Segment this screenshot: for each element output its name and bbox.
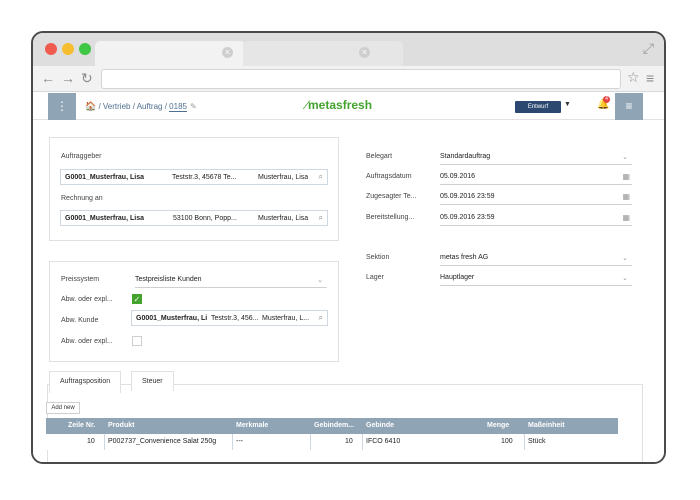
chevron-down-icon: ⌄ (622, 275, 628, 282)
chevron-down-icon[interactable]: ▼ (564, 101, 571, 108)
col-menge[interactable]: Menge (487, 422, 509, 429)
browser-menu-icon[interactable]: ≡ (646, 70, 654, 86)
bereitstellung-field[interactable]: 05.09.2016 23:59 ▦ (440, 212, 632, 226)
zugesagter-label: Zugesagter Te... (366, 193, 417, 200)
browser-tab-inactive[interactable] (243, 41, 403, 66)
col-produkt[interactable]: Produkt (108, 422, 134, 429)
abw-expl-label-2: Abw. oder expl... (61, 338, 113, 345)
zugesagter-field[interactable]: 05.09.2016 23:59 ▦ (440, 191, 632, 205)
calendar-icon: ▦ (622, 172, 630, 181)
chevron-down-icon: ⌄ (622, 255, 628, 262)
app-content: ⋮ 🏠 / Vertrieb / Auftrag / 0185 ✎ ⁄metasf… (33, 93, 664, 462)
chevron-down-icon: ⌄ (622, 154, 628, 161)
abw-expl-checkbox-2[interactable] (132, 336, 142, 346)
preissystem-label: Preissystem (61, 276, 100, 283)
col-merkmale[interactable]: Merkmale (236, 422, 268, 429)
sektion-select[interactable]: metas fresh AG ⌄ (440, 252, 632, 266)
lager-label: Lager (366, 274, 384, 281)
close-tab-icon[interactable]: × (359, 47, 370, 58)
status-button[interactable]: Entwurf (515, 101, 561, 113)
bereitstellung-label: Bereitstellung... (366, 214, 415, 221)
col-gebindemenge[interactable]: Gebindem... (314, 422, 354, 429)
sidebar-menu-button[interactable]: ≡ (615, 93, 643, 120)
document-number[interactable]: 0185 (169, 102, 187, 112)
browser-toolbar: ← → ↻ ☆ ≡ (33, 66, 664, 92)
browser-window: × × ⤢ ← → ↻ ☆ ≡ ⋮ 🏠 / Vertrieb / Auftrag… (31, 31, 666, 464)
breadcrumb-auftrag[interactable]: Auftrag (137, 102, 163, 111)
reload-icon[interactable]: ↻ (81, 70, 93, 86)
col-zeile[interactable]: Zeile Nr. (68, 422, 95, 429)
auftragsdatum-field[interactable]: 05.09.2016 ▦ (440, 171, 632, 185)
abw-expl-label-1: Abw. oder expl... (61, 296, 113, 303)
abw-kunde-label: Abw. Kunde (61, 317, 99, 324)
pencil-icon[interactable]: ✎ (190, 102, 197, 111)
preissystem-select[interactable]: Testpreisliste Kunden ⌄ (135, 274, 327, 288)
app-header: ⋮ 🏠 / Vertrieb / Auftrag / 0185 ✎ ⁄metasf… (33, 93, 664, 120)
col-gebinde[interactable]: Gebinde (366, 422, 394, 429)
address-bar[interactable] (101, 69, 621, 89)
tab-auftragsposition[interactable]: Auftragsposition (49, 371, 122, 393)
abw-kunde-field[interactable]: G0001_Musterfrau, Li Teststr.3, 456... M… (131, 310, 328, 326)
bookmark-star-icon[interactable]: ☆ (627, 69, 640, 85)
close-window-button[interactable] (45, 43, 57, 55)
chevron-down-icon: ⌄ (317, 277, 323, 284)
close-tab-icon[interactable]: × (222, 47, 233, 58)
tab-steuer[interactable]: Steuer (131, 371, 174, 391)
auftraggeber-label: Auftraggeber (61, 153, 102, 160)
abw-expl-checkbox-1[interactable]: ✓ (132, 294, 142, 304)
breadcrumb-vertrieb[interactable]: Vertrieb (103, 102, 131, 111)
auftragsdatum-label: Auftragsdatum (366, 173, 412, 180)
actions-menu-button[interactable]: ⋮ (48, 93, 76, 120)
breadcrumb: 🏠 / Vertrieb / Auftrag / 0185 ✎ (85, 101, 197, 112)
search-icon[interactable]: ⌕ (319, 313, 323, 323)
maximize-window-button[interactable] (79, 43, 91, 55)
search-icon[interactable]: ⌕ (319, 213, 323, 223)
auftraggeber-field[interactable]: G0001_Musterfrau, Lisa Teststr.3, 45678 … (60, 169, 328, 185)
notification-badge: 4 (603, 96, 610, 103)
table-row[interactable]: 10 P002737_Convenience Salat 250g --- 10… (46, 434, 618, 450)
sektion-label: Sektion (366, 254, 390, 261)
browser-tab-strip: × × ⤢ (33, 33, 664, 66)
belegart-label: Belegart (366, 153, 393, 160)
rechnung-label: Rechnung an (61, 195, 103, 202)
search-icon[interactable]: ⌕ (319, 172, 323, 182)
back-arrow-icon[interactable]: ← (41, 70, 55, 86)
minimize-window-button[interactable] (62, 43, 74, 55)
rechnung-field[interactable]: G0001_Musterfrau, Lisa 53100 Bonn, Popp.… (60, 210, 328, 226)
home-icon[interactable]: 🏠 (85, 101, 96, 111)
add-new-button[interactable]: Add new (46, 402, 80, 414)
metasfresh-logo: ⁄metasfresh (306, 98, 373, 112)
fullscreen-icon[interactable]: ⤢ (643, 40, 654, 57)
belegart-select[interactable]: Standardauftrag ⌄ (440, 151, 632, 165)
col-masseinheit[interactable]: Maßeinheit (528, 422, 565, 429)
calendar-icon: ▦ (622, 213, 630, 222)
forward-arrow-icon[interactable]: → (61, 70, 75, 86)
calendar-icon: ▦ (622, 192, 630, 201)
grid-header: Zeile Nr. Produkt Merkmale Gebindem... G… (46, 418, 618, 434)
lager-select[interactable]: Hauptlager ⌄ (440, 272, 632, 286)
